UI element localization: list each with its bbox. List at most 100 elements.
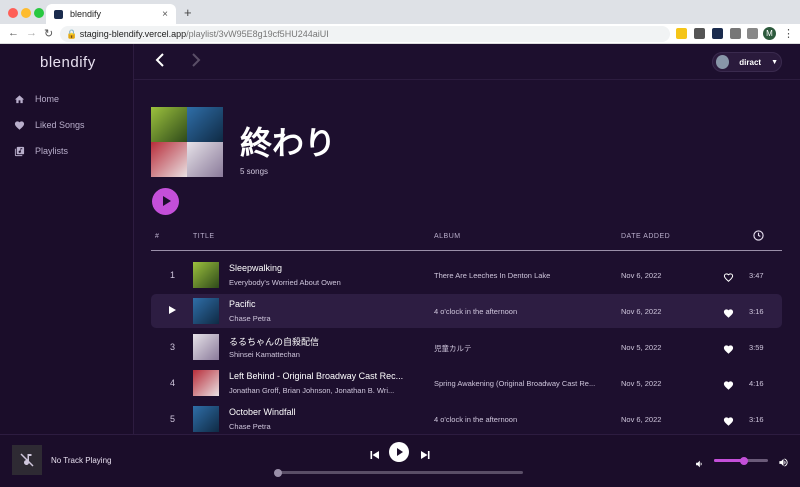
url-path: /playlist/3vW95E8g19cf5HU244aiUI [186,29,329,39]
cover-tile [151,107,187,142]
header-album: ALBUM [434,233,461,240]
sidebar-item-label: Playlists [35,146,69,156]
skip-previous-icon [370,451,379,459]
chevron-right-icon [192,53,201,67]
heart-filled-icon[interactable] [723,414,734,432]
track-duration: 3:16 [749,415,764,424]
previous-track-button[interactable] [370,447,380,465]
heart-filled-icon[interactable] [723,342,734,360]
back-button[interactable] [154,53,166,72]
minimize-window-button[interactable] [21,8,31,18]
lock-icon: 🔒 [66,29,78,39]
avatar [716,55,730,69]
heart-icon [14,120,25,130]
extension-icon[interactable] [676,28,687,39]
track-album[interactable]: 4 o'clock in the afternoon [434,415,517,424]
clock-icon [753,230,764,243]
sidebar: blendify Home Liked Songs Playlists [0,44,134,434]
track-artist[interactable]: Shinsei Kamattechan [229,350,300,359]
header-num: # [155,233,160,240]
track-date-added: Nov 6, 2022 [621,271,662,280]
volume-down-button[interactable] [694,456,704,474]
table-row[interactable]: Pacific Chase Petra 4 o'clock in the aft… [151,294,782,328]
maximize-window-button[interactable] [34,8,44,18]
volume-up-button[interactable] [778,455,789,473]
tab-title: blendify [70,9,102,19]
library-icon [14,146,25,156]
profile-avatar[interactable]: M [763,27,776,40]
track-album[interactable]: Spring Awakening (Original Broadway Cast… [434,379,595,388]
track-duration: 3:59 [749,343,764,352]
track-title[interactable]: Sleepwalking [229,263,282,273]
sidebar-item-playlists[interactable]: Playlists [14,142,68,160]
play-track-icon[interactable] [169,306,176,314]
reload-icon[interactable]: ↻ [44,27,53,40]
caret-down-icon: ▼ [771,58,778,66]
progress-knob[interactable] [274,468,282,477]
table-row[interactable]: 1 Sleepwalking Everybody's Worried About… [151,258,782,292]
volume-slider[interactable] [714,456,768,465]
browser-menu-icon[interactable]: ⋮ [783,27,794,40]
app-logo[interactable]: blendify [40,54,96,71]
url-bar[interactable]: 🔒 staging-blendify.vercel.app/playlist/3… [60,26,670,42]
playlist-cover [151,107,223,177]
track-title[interactable]: Pacific [229,299,256,309]
extension-icon[interactable] [694,28,705,39]
volume-up-icon [779,458,788,467]
heart-filled-icon[interactable] [723,378,734,396]
top-bar: diract ▼ [134,44,800,80]
track-title[interactable]: るるちゃんの自殺配信 [229,335,319,348]
main-content: diract ▼ 終わり 5 songs # TITLE ALBUM DATE … [134,44,800,434]
volume-knob[interactable] [739,456,748,465]
close-window-button[interactable] [8,8,18,18]
track-thumbnail [193,334,219,360]
heart-outline-icon[interactable] [723,270,734,288]
track-date-added: Nov 6, 2022 [621,307,662,316]
cover-tile [187,142,223,177]
table-row[interactable]: 4 Left Behind - Original Broadway Cast R… [151,366,782,400]
track-artist[interactable]: Chase Petra [229,314,271,323]
play-pause-button[interactable] [389,442,409,462]
track-artist[interactable]: Chase Petra [229,422,271,431]
playlist-title: 終わり [240,124,337,162]
user-menu[interactable]: diract ▼ [712,52,782,72]
track-title[interactable]: Left Behind - Original Broadway Cast Rec… [229,371,403,381]
track-album[interactable]: There Are Leeches In Denton Lake [434,271,550,280]
table-row[interactable]: 3 るるちゃんの自殺配信 Shinsei Kamattechan 児童カルテ N… [151,330,782,364]
track-artist[interactable]: Everybody's Worried About Owen [229,278,341,287]
track-thumbnail [193,406,219,432]
now-playing-art [12,445,42,475]
browser-forward-icon[interactable]: → [26,27,37,39]
play-playlist-button[interactable] [152,188,179,215]
tab-close-icon[interactable]: × [162,9,168,20]
track-date-added: Nov 6, 2022 [621,415,662,424]
track-date-added: Nov 5, 2022 [621,379,662,388]
table-row[interactable]: 5 October Windfall Chase Petra 4 o'clock… [151,402,782,434]
forward-button[interactable] [190,53,202,72]
cover-tile [187,107,223,142]
browser-tab[interactable]: blendify × [46,4,176,24]
url-host: staging-blendify.vercel.app [79,29,187,39]
cover-tile [151,142,187,177]
track-date-added: Nov 5, 2022 [621,343,662,352]
sidebar-item-liked-songs[interactable]: Liked Songs [14,116,85,134]
heart-filled-icon[interactable] [723,306,734,324]
new-tab-button[interactable]: + [184,5,192,20]
home-icon [14,94,25,103]
progress-slider[interactable] [274,468,523,477]
sidebar-item-home[interactable]: Home [14,90,59,108]
sidebar-item-label: Liked Songs [35,120,85,130]
next-track-button[interactable] [420,447,430,465]
track-title[interactable]: October Windfall [229,407,296,417]
track-album[interactable]: 児童カルテ [434,343,472,354]
address-toolbar: ← → ↻ 🔒 staging-blendify.vercel.app/play… [0,24,800,44]
track-album[interactable]: 4 o'clock in the afternoon [434,307,517,316]
track-artist[interactable]: Jonathan Groff, Brian Johnson, Jonathan … [229,386,394,395]
browser-back-icon[interactable]: ← [8,27,19,39]
track-number: 3 [170,342,176,352]
extension-icon[interactable] [712,28,723,39]
track-duration: 3:16 [749,307,764,316]
track-number: 1 [170,270,176,280]
sidepanel-icon[interactable] [747,28,758,39]
puzzle-icon[interactable] [730,28,741,39]
